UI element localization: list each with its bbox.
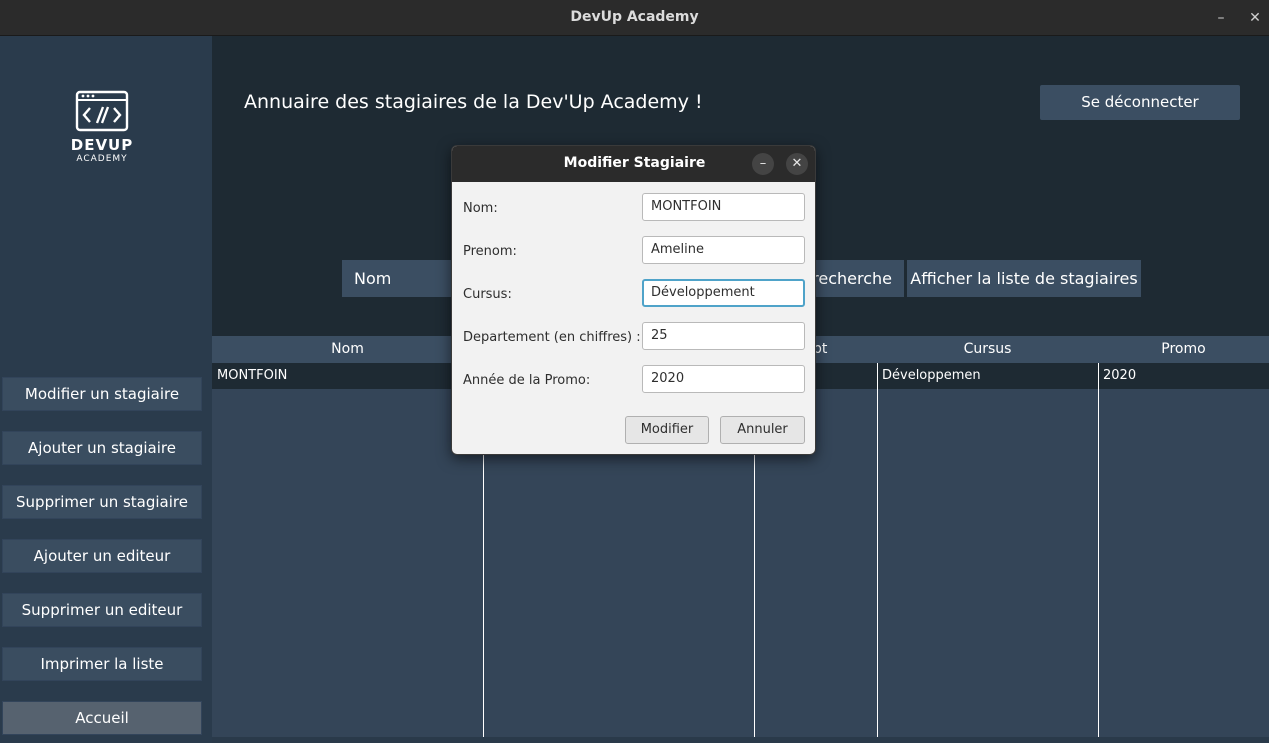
prenom-input[interactable]: Ameline bbox=[642, 236, 805, 264]
add-editor-button[interactable]: Ajouter un editeur bbox=[2, 539, 202, 573]
dialog-titlebar: Modifier Stagiaire – ✕ bbox=[452, 146, 815, 182]
nom-input[interactable]: MONTFOIN bbox=[642, 193, 805, 221]
close-icon[interactable]: ✕ bbox=[1245, 8, 1265, 28]
edit-trainee-dialog: Modifier Stagiaire – ✕ Nom: MONTFOIN Pre… bbox=[451, 145, 816, 455]
column-header-cursus[interactable]: Cursus bbox=[877, 336, 1098, 363]
code-window-icon bbox=[75, 90, 129, 132]
promo-input[interactable]: 2020 bbox=[642, 365, 805, 393]
close-icon[interactable]: ✕ bbox=[786, 153, 808, 175]
column-header-nom[interactable]: Nom bbox=[212, 336, 483, 363]
print-list-button[interactable]: Imprimer la liste bbox=[2, 647, 202, 681]
minimize-icon[interactable]: – bbox=[1211, 8, 1231, 28]
column-divider bbox=[1098, 363, 1099, 737]
horizontal-scrollbar[interactable] bbox=[212, 737, 1269, 743]
column-divider bbox=[877, 363, 878, 737]
cell-cursus: Développemen bbox=[882, 368, 981, 383]
label-cursus: Cursus: bbox=[463, 287, 512, 302]
label-departement: Departement (en chiffres) : bbox=[463, 330, 641, 345]
delete-trainee-button[interactable]: Supprimer un stagiaire bbox=[2, 485, 202, 519]
label-promo: Année de la Promo: bbox=[463, 373, 591, 388]
window-titlebar: DevUp Academy – ✕ bbox=[0, 0, 1269, 36]
delete-editor-button[interactable]: Supprimer un editeur bbox=[2, 593, 202, 627]
cell-nom: MONTFOIN bbox=[217, 368, 288, 383]
window-title: DevUp Academy bbox=[570, 9, 699, 25]
modify-button[interactable]: Modifier bbox=[625, 416, 709, 444]
label-nom: Nom: bbox=[463, 201, 498, 216]
sidebar: DEVUP ACADEMY Modifier un stagiaire Ajou… bbox=[0, 36, 212, 743]
cursus-input[interactable]: Développement bbox=[642, 279, 805, 307]
departement-input[interactable]: 25 bbox=[642, 322, 805, 350]
show-list-button[interactable]: Afficher la liste de stagiaires bbox=[907, 260, 1141, 297]
logo-text-sub: ACADEMY bbox=[76, 154, 128, 164]
add-trainee-button[interactable]: Ajouter un stagiaire bbox=[2, 431, 202, 465]
logo: DEVUP ACADEMY bbox=[70, 90, 134, 164]
cell-promo: 2020 bbox=[1103, 368, 1137, 383]
cancel-button[interactable]: Annuler bbox=[720, 416, 805, 444]
home-button[interactable]: Accueil bbox=[2, 701, 202, 735]
label-prenom: Prenom: bbox=[463, 244, 517, 259]
minimize-icon[interactable]: – bbox=[752, 153, 774, 175]
logo-text-main: DEVUP bbox=[70, 136, 134, 154]
column-header-promo[interactable]: Promo bbox=[1098, 336, 1269, 363]
page-title: Annuaire des stagiaires de la Dev'Up Aca… bbox=[244, 91, 703, 113]
logout-button[interactable]: Se déconnecter bbox=[1040, 85, 1240, 120]
modify-trainee-button[interactable]: Modifier un stagiaire bbox=[2, 377, 202, 411]
